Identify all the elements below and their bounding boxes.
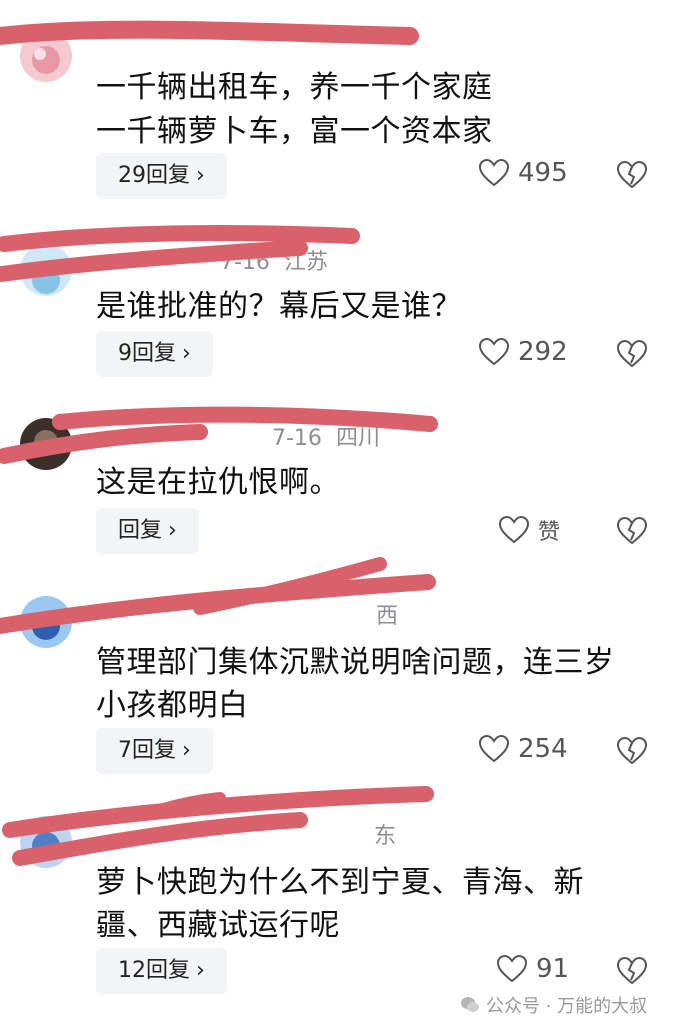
avatar-image (34, 430, 58, 454)
chevron-right-icon: › (168, 518, 177, 543)
reply-label: 9回复 (118, 341, 176, 366)
avatar[interactable] (20, 418, 72, 470)
comment-text-line: 疆、西藏试运行呢 (96, 908, 340, 943)
broken-heart-icon (616, 736, 648, 765)
reply-button[interactable]: 12回复 › (96, 948, 227, 994)
broken-heart-icon (616, 956, 648, 985)
comment-text-line: 是谁批准的？幕后又是谁？ (96, 289, 462, 324)
comment-meta (96, 30, 138, 55)
comment-meta: 7-16 四川 (96, 420, 394, 452)
reply-button[interactable]: 29回复 › (96, 153, 227, 199)
watermark-text: 公众号 · 万能的大叔 (486, 996, 648, 1017)
comment-text-line: 一千辆出租车，养一千个家庭 (96, 70, 493, 105)
comment-meta: 东 (96, 818, 410, 850)
like-button[interactable]: 91 (496, 954, 569, 984)
comment-text-line: 管理部门集体沉默说明啥问题，连三岁 (96, 645, 615, 680)
avatar[interactable] (20, 596, 72, 648)
reply-label: 12回复 (118, 958, 190, 983)
avatar-image (32, 832, 60, 860)
like-button[interactable]: 赞 (498, 514, 560, 546)
avatar-image (32, 266, 60, 294)
comment-text-line: 这是在拉仇恨啊。 (96, 465, 340, 500)
heart-outline-icon (496, 954, 528, 983)
avatar-image (32, 46, 60, 74)
avatar[interactable] (20, 30, 72, 82)
dislike-button[interactable] (616, 736, 648, 770)
dislike-button[interactable] (616, 160, 648, 194)
like-button[interactable]: 254 (478, 734, 568, 764)
heart-outline-icon (478, 337, 510, 366)
dislike-button[interactable] (616, 956, 648, 990)
broken-heart-icon (616, 339, 648, 368)
like-count: 赞 (538, 520, 561, 545)
reply-button[interactable]: 9回复 › (96, 331, 213, 377)
like-count: 292 (518, 337, 568, 367)
heart-outline-icon (498, 515, 530, 544)
dislike-button[interactable] (616, 339, 648, 373)
reply-label: 回复 (118, 518, 163, 543)
like-button[interactable]: 495 (478, 158, 568, 188)
reply-label: 29回复 (118, 163, 190, 188)
reply-button[interactable]: 7回复 › (96, 728, 213, 774)
avatar-image (32, 612, 60, 640)
comment-region: 西 (376, 604, 399, 629)
reply-label: 7回复 (118, 738, 176, 763)
comment-date: 7-16 (220, 250, 270, 275)
like-button[interactable]: 292 (478, 337, 568, 367)
chevron-right-icon: › (196, 163, 205, 188)
heart-outline-icon (478, 158, 510, 187)
comment-text-line: 萝卜快跑为什么不到宁夏、青海、新 (96, 865, 584, 900)
comment-text-line: 一千辆萝卜车，富一个资本家 (96, 114, 493, 149)
like-count: 254 (518, 734, 568, 764)
comment-region: 江苏 (283, 250, 328, 275)
comment-region: 四川 (335, 426, 380, 451)
dislike-button[interactable] (616, 516, 648, 550)
comment-region: 东 (374, 824, 397, 849)
chevron-right-icon: › (182, 738, 191, 763)
broken-heart-icon (616, 516, 648, 545)
watermark: 公众号 · 万能的大叔 (460, 992, 647, 1018)
reply-button[interactable]: 回复 › (96, 508, 199, 554)
comment-text-line: 小孩都明白 (96, 688, 249, 723)
comment-meta: 7-16 江苏 (96, 244, 342, 276)
avatar[interactable] (20, 244, 72, 296)
heart-outline-icon (478, 734, 510, 763)
chevron-right-icon: › (182, 341, 191, 366)
broken-heart-icon (616, 160, 648, 189)
wechat-icon (461, 997, 479, 1012)
comment-meta: 西 (96, 598, 412, 630)
avatar[interactable] (20, 816, 72, 868)
chevron-right-icon: › (196, 958, 205, 983)
comment-date: 7-16 (272, 426, 322, 451)
like-count: 495 (518, 158, 568, 188)
like-count: 91 (536, 954, 570, 984)
